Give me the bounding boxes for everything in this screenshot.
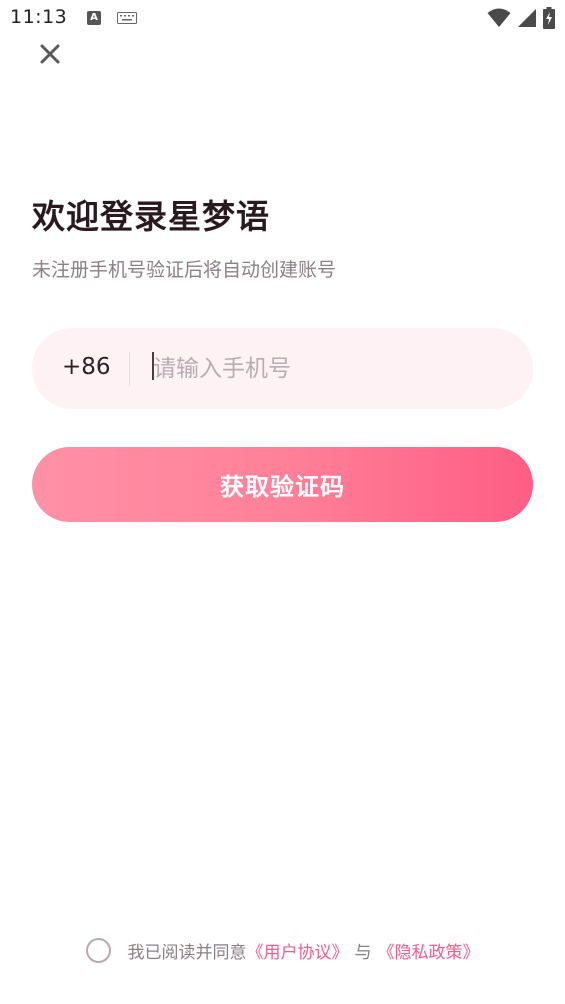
- wifi-icon: [487, 8, 511, 27]
- battery-charging-icon: [543, 7, 555, 29]
- privacy-policy-link[interactable]: 《隐私政策》: [378, 938, 480, 963]
- status-time: 11:13: [10, 6, 68, 28]
- agree-prefix: 我已阅读并同意: [127, 942, 247, 963]
- signal-icon: [518, 9, 536, 27]
- country-code[interactable]: +86: [62, 354, 111, 380]
- page-title: 欢迎登录星梦语: [32, 197, 270, 236]
- agree-and: 与: [354, 942, 372, 963]
- agree-checkbox[interactable]: [85, 937, 111, 963]
- keyboard-icon: [117, 12, 137, 24]
- close-button[interactable]: [36, 40, 64, 68]
- input-method-icon: A: [87, 11, 101, 25]
- phone-input[interactable]: [153, 346, 513, 392]
- close-icon: [40, 44, 60, 64]
- user-agreement-link[interactable]: 《用户协议》: [247, 938, 349, 963]
- status-icons: [487, 7, 555, 29]
- phone-field: +86: [32, 328, 533, 409]
- get-code-button[interactable]: 获取验证码: [32, 447, 533, 522]
- phone-divider: [129, 352, 130, 386]
- page-subtitle: 未注册手机号验证后将自动创建账号: [32, 259, 337, 281]
- agreement-row: 我已阅读并同意 《用户协议》 与 《隐私政策》: [0, 935, 565, 965]
- status-bar: 11:13 A: [0, 0, 565, 38]
